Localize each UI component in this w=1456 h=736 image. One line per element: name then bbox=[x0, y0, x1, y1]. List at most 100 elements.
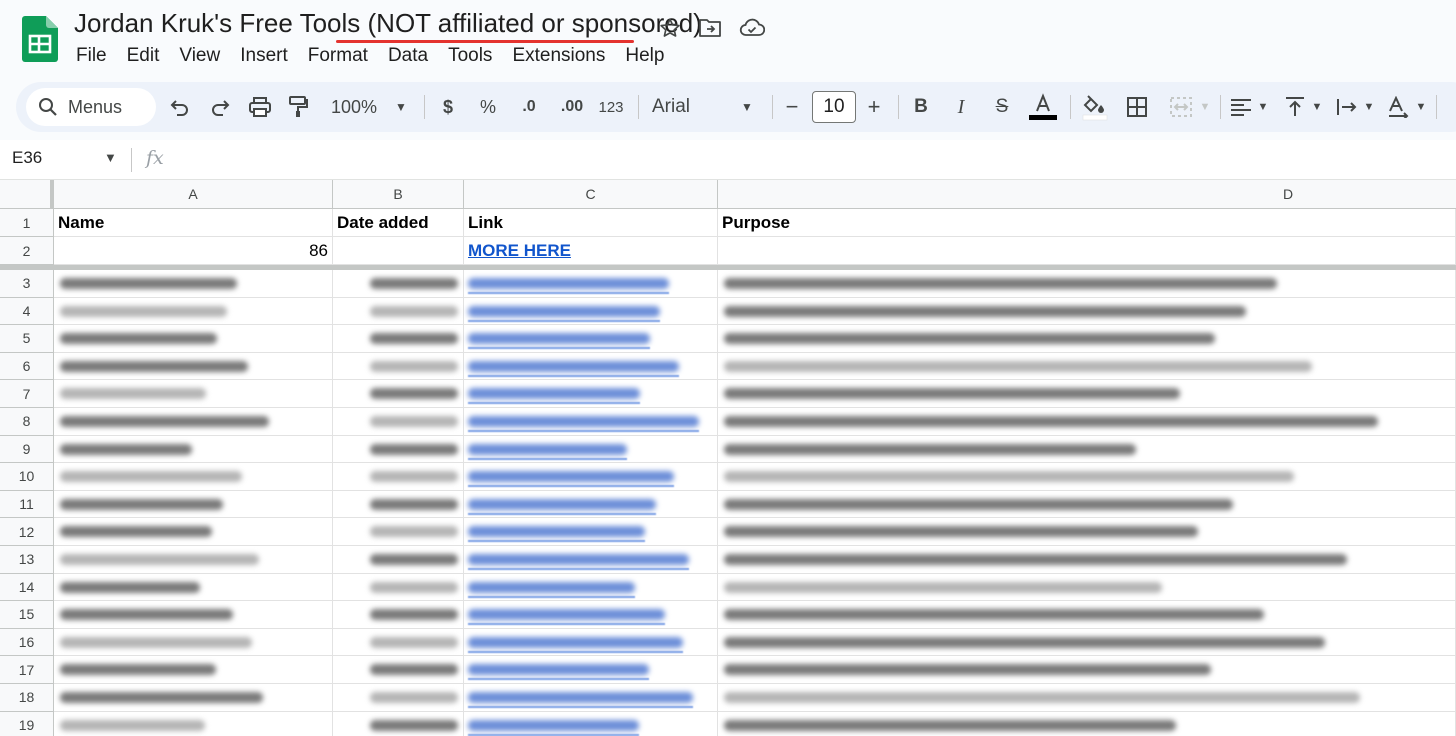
decrease-decimal-button[interactable]: .0 bbox=[514, 82, 544, 132]
row-header-8[interactable]: 8 bbox=[0, 408, 54, 436]
toolbar-divider bbox=[1070, 95, 1071, 119]
row-header-14[interactable]: 14 bbox=[0, 573, 54, 602]
redacted-link-underline bbox=[468, 292, 669, 294]
borders-icon[interactable] bbox=[1124, 82, 1150, 132]
vertical-align-caret-icon[interactable]: ▼ bbox=[1310, 82, 1324, 132]
document-title[interactable]: Jordan Kruk's Free Tools (NOT affiliated… bbox=[74, 8, 702, 39]
redacted-link bbox=[468, 719, 639, 731]
decrease-font-size-button[interactable]: − bbox=[782, 82, 802, 132]
row-header-1[interactable]: 1 bbox=[0, 209, 54, 237]
redacted-date bbox=[370, 581, 458, 593]
merge-caret-icon[interactable]: ▼ bbox=[1198, 82, 1212, 132]
row-header-18[interactable]: 18 bbox=[0, 684, 54, 712]
cell-c2-link[interactable]: MORE HERE bbox=[464, 237, 718, 265]
currency-format-button[interactable]: $ bbox=[436, 82, 460, 132]
redacted-date bbox=[370, 416, 458, 427]
cloud-status-icon[interactable] bbox=[738, 14, 766, 42]
search-menus-button[interactable]: Menus bbox=[26, 88, 156, 126]
font-caret-icon[interactable]: ▼ bbox=[738, 82, 756, 132]
menu-extensions[interactable]: Extensions bbox=[502, 44, 615, 68]
strikethrough-icon[interactable]: S bbox=[990, 82, 1014, 132]
sheets-logo-icon[interactable] bbox=[22, 16, 58, 62]
menu-bar: File Edit View Insert Format Data Tools … bbox=[66, 44, 674, 68]
text-rotation-icon[interactable] bbox=[1386, 82, 1412, 132]
column-header-c[interactable]: C bbox=[464, 180, 718, 209]
move-folder-icon[interactable] bbox=[696, 14, 724, 42]
column-header-a[interactable]: A bbox=[54, 180, 333, 209]
print-icon[interactable] bbox=[246, 82, 274, 132]
column-header-b[interactable]: B bbox=[333, 180, 464, 209]
cell-a1[interactable]: Name bbox=[54, 209, 333, 237]
align-caret-icon[interactable]: ▼ bbox=[1256, 82, 1270, 132]
spreadsheet-grid: A B C D #grid .col-header[data-name="col… bbox=[0, 180, 1456, 736]
row-header-19[interactable]: 19 bbox=[0, 711, 54, 736]
toolbar-divider bbox=[1220, 95, 1221, 119]
zoom-caret-icon[interactable]: ▼ bbox=[392, 82, 410, 132]
merge-cells-icon[interactable] bbox=[1166, 82, 1196, 132]
redacted-link-underline bbox=[468, 595, 635, 598]
percent-format-button[interactable]: % bbox=[476, 82, 500, 132]
menu-view[interactable]: View bbox=[169, 44, 230, 68]
redacted-purpose bbox=[724, 305, 1246, 317]
text-wrap-icon[interactable] bbox=[1334, 82, 1360, 132]
italic-icon[interactable]: I bbox=[950, 82, 972, 132]
text-color-icon[interactable] bbox=[1028, 82, 1058, 132]
name-box[interactable]: E36 bbox=[12, 148, 42, 168]
menu-tools[interactable]: Tools bbox=[438, 44, 502, 68]
redacted-link bbox=[468, 278, 669, 289]
row-header-15[interactable]: 15 bbox=[0, 601, 54, 629]
redo-icon[interactable] bbox=[206, 82, 234, 132]
cell-d2[interactable] bbox=[718, 237, 1456, 265]
redacted-date bbox=[370, 692, 458, 703]
title-bar: Jordan Kruk's Free Tools (NOT affiliated… bbox=[0, 0, 1456, 80]
column-header-d[interactable]: D bbox=[718, 180, 1456, 209]
redacted-name bbox=[60, 278, 237, 289]
star-icon[interactable] bbox=[656, 14, 684, 42]
row-header-10[interactable]: 10 bbox=[0, 463, 54, 491]
cell-a2[interactable]: 86 bbox=[54, 237, 333, 265]
fill-color-icon[interactable] bbox=[1080, 82, 1110, 132]
redacted-name bbox=[60, 498, 223, 510]
menu-format[interactable]: Format bbox=[298, 44, 378, 68]
row-header-6[interactable]: 6 bbox=[0, 352, 54, 381]
increase-decimal-button[interactable]: .00 bbox=[554, 82, 590, 132]
row-header-17[interactable]: 17 bbox=[0, 656, 54, 684]
menu-help[interactable]: Help bbox=[615, 44, 674, 68]
undo-icon[interactable] bbox=[166, 82, 194, 132]
select-all-corner[interactable] bbox=[0, 180, 54, 209]
row-header-16[interactable]: 16 bbox=[0, 628, 54, 657]
row-header-13[interactable]: 13 bbox=[0, 546, 54, 574]
row-header-7[interactable]: 7 bbox=[0, 380, 54, 408]
name-box-caret-icon[interactable]: ▼ bbox=[104, 150, 117, 165]
row-header-5[interactable]: 5 bbox=[0, 325, 54, 353]
row-header-4[interactable]: 4 bbox=[0, 297, 54, 326]
font-select[interactable]: Arial bbox=[652, 82, 702, 132]
row-header-2[interactable]: 2 bbox=[0, 237, 54, 265]
number-format-button[interactable]: 123 bbox=[596, 82, 626, 132]
increase-font-size-button[interactable]: + bbox=[864, 82, 884, 132]
menu-edit[interactable]: Edit bbox=[117, 44, 170, 68]
redacted-link-underline bbox=[468, 706, 694, 708]
row-header-12[interactable]: 12 bbox=[0, 518, 54, 546]
redacted-date bbox=[370, 526, 458, 538]
row-header-11[interactable]: 11 bbox=[0, 490, 54, 519]
redacted-date bbox=[370, 305, 458, 317]
align-left-icon[interactable] bbox=[1228, 82, 1254, 132]
row-header-3[interactable]: 3 bbox=[0, 270, 54, 298]
menu-file[interactable]: File bbox=[66, 44, 117, 68]
text-rotation-caret-icon[interactable]: ▼ bbox=[1414, 82, 1428, 132]
toolbar-divider bbox=[772, 95, 773, 119]
cell-d1[interactable]: Purpose bbox=[718, 209, 1456, 237]
cell-b2[interactable] bbox=[333, 237, 464, 265]
bold-icon[interactable]: B bbox=[910, 82, 932, 132]
vertical-align-icon[interactable] bbox=[1282, 82, 1308, 132]
cell-c1[interactable]: Link bbox=[464, 209, 718, 237]
menu-insert[interactable]: Insert bbox=[230, 44, 298, 68]
zoom-select[interactable]: 100% bbox=[328, 82, 380, 132]
paint-format-icon[interactable] bbox=[284, 82, 312, 132]
font-size-input[interactable]: 10 bbox=[812, 91, 856, 123]
text-wrap-caret-icon[interactable]: ▼ bbox=[1362, 82, 1376, 132]
cell-b1[interactable]: Date added bbox=[333, 209, 464, 237]
menu-data[interactable]: Data bbox=[378, 44, 438, 68]
row-header-9[interactable]: 9 bbox=[0, 435, 54, 464]
